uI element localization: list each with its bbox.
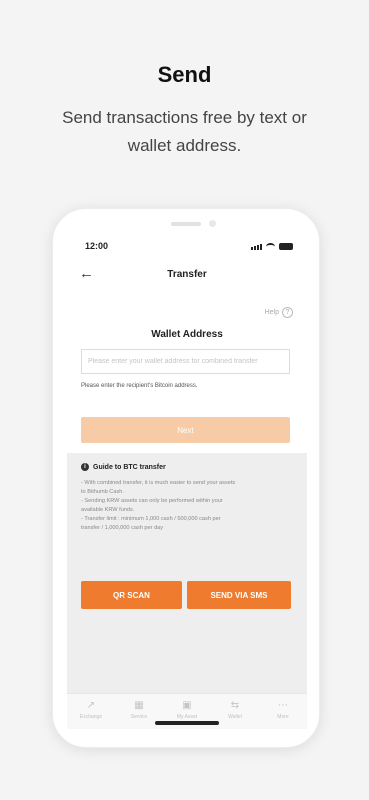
guide-item: - Sending KRW assets can only be perform… bbox=[81, 498, 223, 504]
phone-frame: 12:00 ← Transfer Help ? Wallet Address P… bbox=[52, 208, 320, 748]
promo-title: Send bbox=[157, 62, 212, 87]
battery-icon bbox=[279, 243, 293, 250]
grid-icon: ▦ bbox=[134, 700, 144, 711]
guide-list: - With combined transfer, it is much eas… bbox=[81, 479, 286, 533]
guide-item: - With combined transfer, it is much eas… bbox=[81, 480, 236, 486]
next-button[interactable]: Next bbox=[81, 417, 290, 443]
transfer-icon: ⇆ bbox=[230, 700, 240, 711]
phone-camera bbox=[209, 220, 216, 227]
tab-exchange[interactable]: ↗ Exchange bbox=[67, 694, 115, 729]
wallet-address-hint: Please enter the recipient's Bitcoin add… bbox=[81, 383, 198, 389]
tab-label: Wallet bbox=[228, 714, 242, 720]
help-link[interactable]: Help ? bbox=[265, 307, 293, 318]
app-screen: 12:00 ← Transfer Help ? Wallet Address P… bbox=[67, 235, 307, 729]
help-label: Help bbox=[264, 309, 279, 316]
status-icons bbox=[251, 243, 293, 250]
home-indicator[interactable] bbox=[155, 721, 219, 725]
promo-subtitle: Send transactions free by text or wallet… bbox=[62, 108, 307, 155]
guide-item: transfer / 1,000,000 cash per day bbox=[81, 525, 164, 531]
wallet-address-label: Wallet Address bbox=[151, 329, 223, 340]
guide-title: i Guide to BTC transfer bbox=[81, 463, 166, 471]
tab-label: My Asset bbox=[176, 714, 198, 720]
status-bar: 12:00 bbox=[67, 239, 307, 255]
qr-scan-button[interactable]: QR SCAN bbox=[81, 581, 182, 609]
question-circle-icon: ? bbox=[282, 307, 293, 318]
info-icon: i bbox=[81, 463, 89, 471]
tab-label: More bbox=[277, 714, 289, 720]
wifi-icon bbox=[266, 243, 275, 250]
status-time: 12:00 bbox=[85, 241, 109, 251]
page-title: Transfer bbox=[167, 269, 207, 280]
guide-item: to Bithumb Cash. bbox=[81, 489, 124, 495]
guide-item: - Transfer limit : minimum 1,000 cash / … bbox=[81, 516, 221, 522]
signal-icon bbox=[251, 244, 262, 250]
guide-item: available KRW funds. bbox=[81, 507, 135, 513]
send-via-sms-button[interactable]: SEND VIA SMS bbox=[187, 581, 291, 609]
guide-title-text: Guide to BTC transfer bbox=[93, 463, 166, 471]
wallet-icon: ▣ bbox=[182, 700, 192, 711]
chart-icon: ↗ bbox=[86, 700, 96, 711]
wallet-address-input[interactable] bbox=[81, 349, 290, 374]
tab-label: Service bbox=[130, 714, 148, 720]
tab-more[interactable]: ⋯ More bbox=[259, 694, 307, 729]
more-icon: ⋯ bbox=[278, 700, 288, 711]
nav-bar: ← Transfer bbox=[67, 259, 307, 289]
phone-speaker bbox=[171, 222, 201, 226]
tab-label: Exchange bbox=[79, 714, 103, 720]
